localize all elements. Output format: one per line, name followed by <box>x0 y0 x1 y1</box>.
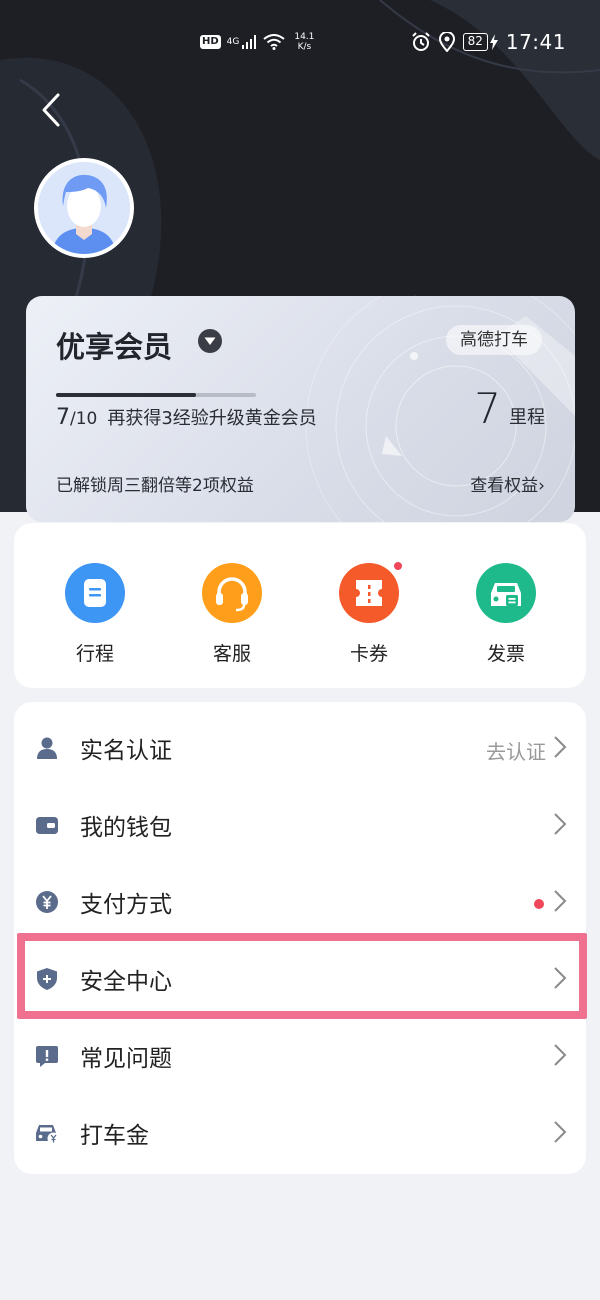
quick-action-service[interactable]: 客服 <box>182 563 282 666</box>
yuan-icon <box>36 891 58 913</box>
upgrade-hint: 再获得3经验升级黄金会员 <box>107 408 317 429</box>
wallet-icon <box>36 817 58 834</box>
level-progress-fill <box>56 393 196 397</box>
chevron-right-icon <box>554 890 567 912</box>
chevron-right-icon <box>554 813 567 835</box>
member-level-dropdown[interactable] <box>198 329 222 353</box>
platform-tag: 高德打车 <box>446 325 542 355</box>
question-icon <box>36 1046 58 1067</box>
menu-item-label: 打车金 <box>80 1123 149 1149</box>
charging-icon <box>489 34 498 50</box>
location-icon <box>438 32 455 52</box>
progress-current: 7 <box>56 405 70 430</box>
network-type: 4G <box>226 37 240 47</box>
chevron-left-icon <box>42 93 60 127</box>
quick-action-trip[interactable]: 行程 <box>45 563 145 666</box>
menu-item-security-center[interactable]: 安全中心 <box>14 945 586 1011</box>
progress-total: /10 <box>70 409 98 429</box>
member-card[interactable]: 优享会员 高德打车 7/10 再获得3经验升级黄金会员 7 里程 已解锁周三翻倍… <box>26 296 575 522</box>
quick-action-label: 卡券 <box>349 643 388 665</box>
wifi-icon <box>263 34 285 50</box>
notification-dot <box>393 561 403 571</box>
avatar[interactable] <box>34 158 134 258</box>
battery-level: 82 <box>462 33 488 51</box>
invoice-car-icon <box>476 563 536 623</box>
alarm-icon <box>411 32 430 51</box>
shield-icon <box>37 968 57 990</box>
speed-value: 14.1 <box>294 32 315 42</box>
speed-unit: K/s <box>297 42 312 52</box>
menu-item-payment[interactable]: 支付方式 <box>14 868 586 934</box>
status-bar: HD 4G 14.1 K/s 82 17:41 <box>0 28 600 62</box>
trip-icon <box>65 563 125 623</box>
chevron-right-icon <box>554 967 567 989</box>
menu-item-label: 常见问题 <box>80 1046 172 1072</box>
car-yuan-icon <box>36 1125 60 1145</box>
level-progress-bar <box>56 393 256 397</box>
menu-item-faq[interactable]: 常见问题 <box>14 1022 586 1088</box>
quick-action-label: 发票 <box>486 643 525 665</box>
menu-item-label: 支付方式 <box>80 892 172 918</box>
menu-item-real-name[interactable]: 实名认证 去认证 <box>14 714 586 780</box>
menu-item-ride-credit[interactable]: 打车金 <box>14 1099 586 1165</box>
back-button[interactable] <box>36 90 68 130</box>
triangle-down-icon <box>204 337 216 345</box>
level-progress-text: 7/10 再获得3经验升级黄金会员 <box>56 404 317 430</box>
view-benefits-link[interactable]: 查看权益› <box>470 471 545 496</box>
headset-icon <box>202 563 262 623</box>
default-avatar-icon <box>38 162 130 254</box>
chevron-right-icon <box>554 1121 567 1143</box>
verify-hint: 去认证 <box>486 740 546 764</box>
menu-item-wallet[interactable]: 我的钱包 <box>14 791 586 857</box>
quick-actions-panel: 行程 客服 卡券 发票 <box>14 523 586 688</box>
signal-icon <box>242 35 257 49</box>
member-level-title: 优享会员 <box>56 330 173 364</box>
person-icon <box>37 737 57 759</box>
quick-action-coupons[interactable]: 卡券 <box>319 561 419 666</box>
menu-item-label: 我的钱包 <box>80 815 172 841</box>
notification-dot <box>534 899 544 909</box>
menu-item-label: 安全中心 <box>80 969 172 995</box>
clock: 17:41 <box>505 30 566 54</box>
settings-menu: 实名认证 去认证 我的钱包 支付方式 安全中心 常见问题 打车金 <box>14 702 586 1174</box>
network-speed: 14.1 K/s <box>291 32 317 52</box>
quick-action-label: 客服 <box>212 643 251 665</box>
mileage-unit: 里程 <box>509 407 545 428</box>
quick-action-invoice[interactable]: 发票 <box>456 563 556 666</box>
unlocked-benefits-text: 已解锁周三翻倍等2项权益 <box>56 476 254 496</box>
mileage-value: 7 <box>474 384 501 433</box>
mileage: 7 里程 <box>474 384 545 433</box>
chevron-right-icon <box>554 1044 567 1066</box>
menu-item-label: 实名认证 <box>80 738 172 764</box>
chevron-right-icon <box>554 736 567 758</box>
coupon-icon <box>339 561 403 623</box>
quick-action-label: 行程 <box>75 643 114 665</box>
hd-indicator: HD <box>200 35 221 49</box>
